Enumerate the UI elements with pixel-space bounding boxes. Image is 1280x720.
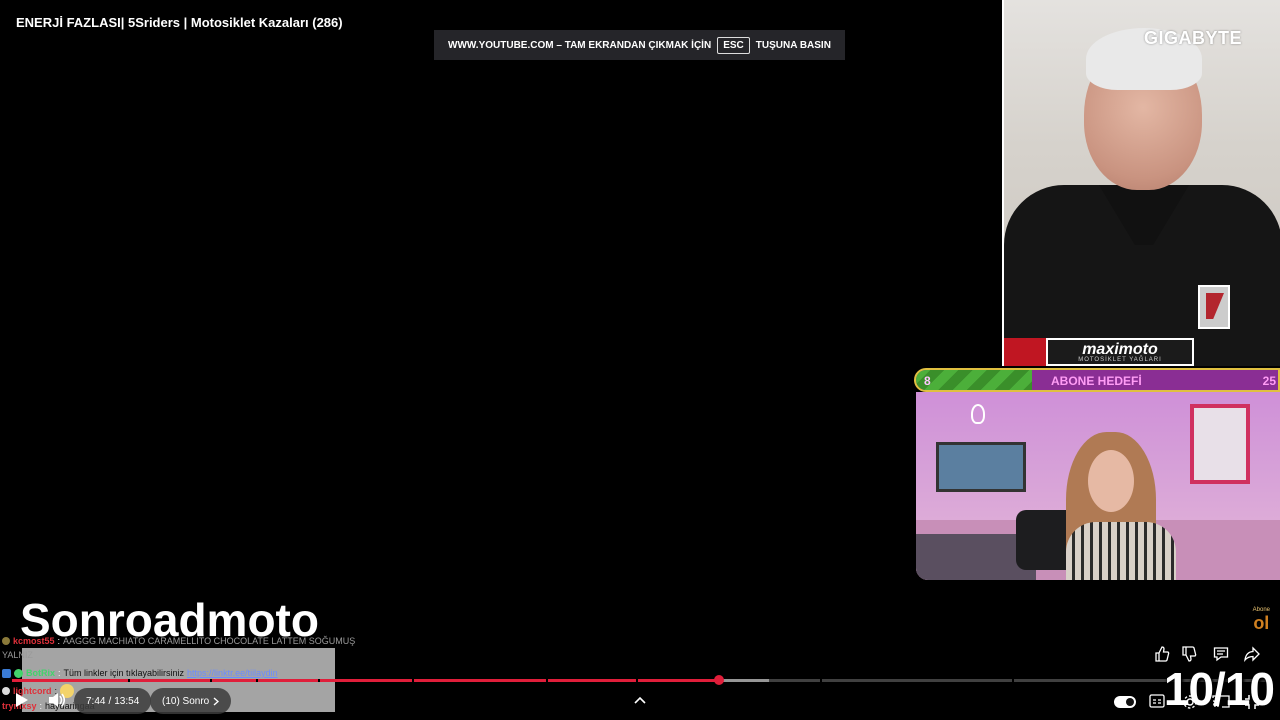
fullscreen-hint-prefix: WWW.YOUTUBE.COM – TAM EKRANDAN ÇIKMAK İÇ… <box>448 39 712 51</box>
progress-scrubber[interactable] <box>714 675 725 685</box>
time-separator: / <box>108 695 112 707</box>
gear-icon <box>1183 695 1197 709</box>
gigabyte-brand: GIGABYTE <box>1143 28 1242 48</box>
subscriber-goal-label: ABONE HEDEFİ <box>1051 374 1142 388</box>
user-badge-icon <box>2 687 10 695</box>
sponsor-banner: maximoto MOTOSİKLET YAĞLARI <box>1004 338 1194 366</box>
bot-badge-icon <box>14 668 23 678</box>
share-icon <box>1244 646 1260 662</box>
captions-icon <box>1149 694 1165 708</box>
play-button[interactable] <box>10 688 34 712</box>
neon-lamp-icon <box>971 404 985 424</box>
chest-logo-icon <box>1198 285 1230 329</box>
expand-up-button[interactable] <box>630 690 650 710</box>
video-title: ENERJİ FAZLASI| 5Sriders | Motosiklet Ka… <box>16 15 343 30</box>
chat-message: kcmost55 : AAGGG MACHIATO CARAMELLITO CH… <box>0 632 400 650</box>
chapter-marker <box>546 679 548 682</box>
time-total: 13:54 <box>114 695 140 707</box>
chapter-marker <box>256 679 258 682</box>
next-chapter-label: (10) Sonro <box>162 695 210 707</box>
subscribe-badge[interactable]: Abone ol <box>1253 607 1270 632</box>
chapter-marker <box>412 679 414 682</box>
subscriber-goal-bar: 8 ABONE HEDEFİ 25 <box>914 368 1280 392</box>
subscriber-goal-target: 25 <box>1262 374 1276 388</box>
chat-username: kcmost55 <box>13 636 55 646</box>
streamer-webcam-room <box>916 392 1280 580</box>
chat-separator: : <box>39 701 43 711</box>
exit-fullscreen-icon <box>1245 695 1259 709</box>
cast-button[interactable] <box>1212 694 1230 710</box>
chevron-right-icon <box>213 696 220 706</box>
time-current: 7:44 <box>86 695 106 707</box>
play-icon <box>16 693 28 707</box>
webcam-person-face <box>1088 450 1134 512</box>
chevron-up-icon <box>634 696 646 704</box>
sponsor-logo-icon <box>1004 338 1046 366</box>
chapter-marker <box>1012 679 1014 682</box>
room-poster <box>1190 404 1250 484</box>
chapter-marker <box>636 679 638 682</box>
room-tv <box>936 442 1026 492</box>
time-display: 7:44 / 13:54 <box>74 688 152 714</box>
sponsor-name: maximoto <box>1082 340 1158 358</box>
chapter-marker <box>318 679 320 682</box>
autoplay-toggle[interactable] <box>1114 696 1136 708</box>
chat-text: YALNIZ <box>2 650 33 660</box>
progress-played <box>12 679 720 682</box>
exit-fullscreen-button[interactable] <box>1244 694 1262 710</box>
chapter-marker <box>820 679 822 682</box>
webcam-person-sweater <box>1066 522 1176 580</box>
volume-button[interactable] <box>46 688 68 712</box>
chat-message: YALNIZ <box>0 650 400 660</box>
chapter-marker <box>128 679 130 682</box>
user-badge-icon <box>2 637 10 645</box>
fullscreen-exit-hint: WWW.YOUTUBE.COM – TAM EKRANDAN ÇIKMAK İÇ… <box>434 30 845 60</box>
verified-badge-icon <box>2 668 11 678</box>
comment-icon <box>1213 647 1229 662</box>
fullscreen-hint-suffix: TUŞUNA BASIN <box>755 39 831 51</box>
subscribe-badge-value: ol <box>1253 613 1270 633</box>
volume-icon <box>49 693 66 707</box>
cast-icon <box>1212 695 1230 708</box>
subscriber-goal-fill <box>916 370 1032 390</box>
video-progress-bar[interactable] <box>12 675 1268 685</box>
esc-key-label: ESC <box>717 36 750 54</box>
chat-separator: : <box>57 636 61 646</box>
thumbs-down-icon <box>1182 646 1197 662</box>
chapter-marker <box>210 679 212 682</box>
thumbs-up-icon <box>1155 646 1170 662</box>
next-chapter-button[interactable]: (10) Sonro <box>150 688 232 714</box>
chat-text: AAGGG MACHIATO CARAMELLITO CHOCOLATE LAT… <box>63 636 356 646</box>
sponsor-subtitle: MOTOSİKLET YAĞLARI <box>1078 356 1162 363</box>
streamer-webcam-top: GIGABYTE maximoto MOTOSİKLET YAĞLARI <box>1002 0 1280 366</box>
settings-button[interactable] <box>1182 694 1200 710</box>
subscriber-goal-current: 8 <box>924 374 931 388</box>
